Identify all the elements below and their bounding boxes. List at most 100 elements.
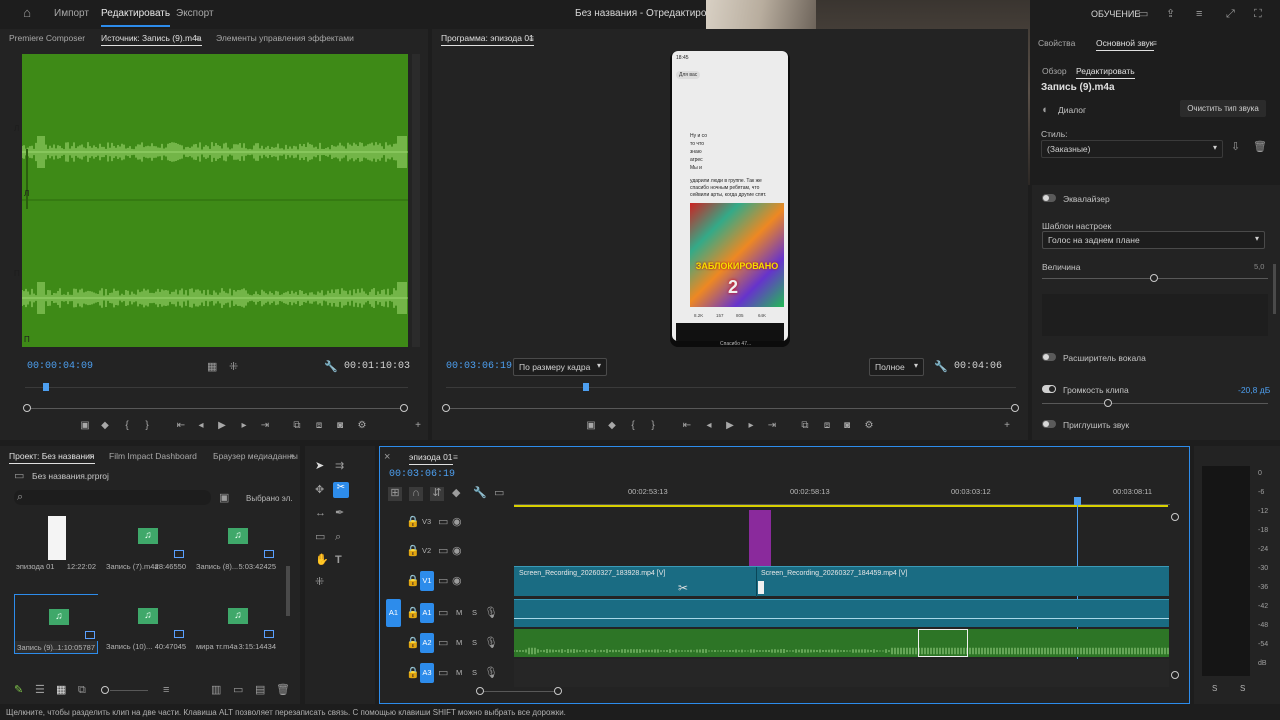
microphone-icon[interactable]: 🎙 (484, 637, 498, 649)
mute-button[interactable]: M (456, 668, 462, 677)
a1-volume-line[interactable] (514, 618, 1169, 619)
timeline-timecode[interactable]: 00:03:06:19 (389, 469, 455, 480)
meter-solo-right[interactable]: S (1240, 684, 1245, 693)
workspace-icon[interactable]: ▭ (1138, 8, 1148, 20)
automate-sequence-icon[interactable]: ▥ (211, 684, 221, 696)
eye-icon[interactable]: ◉ (452, 545, 462, 557)
tab-project[interactable]: Проект: Без названия (9, 451, 95, 464)
lock-icon[interactable]: 🔒 (406, 607, 420, 619)
program-timecode-current[interactable]: 00:03:06:19 (446, 361, 512, 372)
lock-icon[interactable]: 🔒 (406, 545, 420, 557)
tab-premiere-composer[interactable]: Premiere Composer (9, 33, 85, 43)
zoom-icon[interactable]: ⤢ (1226, 8, 1235, 20)
work-area-bar[interactable] (514, 505, 1168, 507)
prog-extract-icon[interactable]: ⧈ (820, 420, 834, 431)
a2-clip[interactable] (513, 629, 1169, 657)
go-to-out-icon[interactable]: ⇥ (258, 420, 272, 431)
new-bin-from-search-icon[interactable]: ▣ (219, 492, 229, 504)
tab-essential-sound[interactable]: Основной звук (1096, 38, 1154, 51)
prog-go-to-in-icon[interactable]: ⇤ (680, 420, 694, 431)
tab-properties[interactable]: Свойства (1038, 38, 1075, 48)
bin-item[interactable]: ♫ Запись (7).m4a 28:46550 (104, 514, 188, 574)
tab-media-browser[interactable]: Браузер медиаданны (213, 451, 298, 461)
source-ruler[interactable] (25, 387, 408, 388)
pen-tool-icon[interactable]: ✒ (335, 507, 344, 519)
clip-v1-b-label[interactable]: Screen_Recording_20260327_184459.mp4 [V] (761, 570, 907, 577)
icon-view-icon[interactable]: ▦ (56, 684, 66, 696)
sequence-menu-icon[interactable]: ≡ (453, 452, 458, 462)
clip-volume-slider[interactable] (1042, 403, 1268, 404)
save-preset-icon[interactable]: ⇩ (1231, 141, 1240, 153)
new-bin-icon[interactable]: ▭ (233, 684, 243, 696)
mute-toggle[interactable] (1042, 420, 1056, 428)
drag-audio-icon[interactable]: ⁜ (229, 361, 238, 373)
more-tabs-icon[interactable]: » (290, 450, 295, 460)
trash-icon[interactable]: 🗑 (276, 684, 290, 696)
amount-slider-handle[interactable] (1150, 274, 1158, 282)
tab-sequence[interactable]: эпизода 01 (409, 452, 453, 465)
menu-export[interactable]: Экспорт (176, 8, 214, 19)
add-button-icon[interactable]: + (411, 420, 425, 431)
subtab-edit[interactable]: Редактировать (1076, 66, 1135, 79)
tab-film-impact[interactable]: Film Impact Dashboard (109, 451, 197, 461)
button-editor-icon[interactable]: ⚙ (355, 420, 369, 431)
right-panel-scrollbar[interactable] (1273, 264, 1276, 314)
remix-tool-icon[interactable]: ⁜ (315, 576, 324, 588)
clip-volume-handle[interactable] (1104, 399, 1112, 407)
panels-icon[interactable]: ≡ (1196, 8, 1202, 20)
program-ruler[interactable] (446, 387, 1016, 388)
clip-v1-a-label[interactable]: Screen_Recording_20260327_183928.mp4 [V] (519, 570, 665, 577)
prog-marker-icon[interactable]: ◆ (605, 420, 619, 431)
selection-tool-icon[interactable]: ➤ (315, 460, 324, 472)
program-playhead[interactable] (583, 383, 589, 391)
source-playhead[interactable] (43, 383, 49, 391)
selected-audio-clip[interactable] (918, 629, 968, 657)
eye-icon[interactable]: ◉ (452, 575, 462, 587)
clip-volume-value[interactable]: -20,8 дБ (1238, 385, 1270, 395)
waveform-scrollbar[interactable] (412, 54, 420, 347)
sort-icon[interactable]: ≡ (163, 684, 169, 696)
prog-lift-icon[interactable]: ▣ (584, 420, 598, 431)
freeform-view-icon[interactable]: ⧉ (78, 684, 86, 696)
pen-icon[interactable]: ✎ (14, 684, 23, 696)
equalizer-toggle[interactable] (1042, 194, 1056, 202)
share-icon[interactable]: ⇪ (1166, 8, 1175, 20)
tab-source[interactable]: Источник: Запись (9).m4a (101, 33, 202, 46)
sync-lock-icon[interactable]: ▭ (438, 637, 448, 649)
thumb-size-slider[interactable] (110, 690, 148, 691)
rectangle-tool-icon[interactable]: ▭ (315, 531, 325, 543)
bin-item[interactable]: эпизода 01 12:22:02 (14, 514, 98, 574)
insert-clip-icon[interactable]: ⧉ (290, 420, 304, 431)
lock-icon[interactable]: 🔒 (406, 637, 420, 649)
timeline-settings-icon[interactable]: 🔧 (473, 487, 487, 499)
project-search-input[interactable]: ⌕ (14, 490, 211, 505)
vocal-enhancer-toggle[interactable] (1042, 353, 1056, 361)
menu-edit[interactable]: Редактировать (101, 8, 171, 27)
track-label-a1[interactable]: A1 (420, 603, 434, 623)
tab-effect-controls[interactable]: Элементы управления эффектами (216, 33, 354, 43)
prog-step-forward-icon[interactable]: ▸ (744, 420, 758, 431)
track-label-a3[interactable]: A3 (420, 663, 434, 683)
solo-button[interactable]: S (472, 668, 477, 677)
essential-sound-menu-icon[interactable]: ≡ (1152, 38, 1157, 48)
home-icon[interactable]: ⌂ (20, 6, 34, 19)
nest-icon[interactable]: ⊞ (388, 487, 402, 501)
clip-volume-toggle[interactable] (1042, 385, 1056, 393)
solo-button[interactable]: S (472, 608, 477, 617)
bin-item[interactable]: ♫ мира тг.m4a 3:15:14434 (194, 594, 278, 654)
source-zoom-handle-left[interactable] (23, 404, 31, 412)
mark-out-icon[interactable]: } (140, 420, 154, 431)
track-label-a2[interactable]: A2 (420, 633, 434, 653)
step-forward-icon[interactable]: ▸ (237, 420, 251, 431)
fullscreen-icon[interactable]: ⛶ (1254, 8, 1262, 20)
waveform-display[interactable] (21, 54, 408, 347)
lock-icon[interactable]: 🔒 (406, 575, 420, 587)
hand-icon[interactable]: ✋ (315, 554, 329, 566)
add-marker-icon[interactable]: ◆ (452, 487, 460, 499)
source-menu-icon[interactable]: ≡ (196, 33, 201, 43)
camera-icon[interactable]: ◙ (333, 420, 347, 431)
source-zoom-bar[interactable] (27, 408, 404, 409)
project-menu-icon[interactable]: ≡ (88, 451, 93, 461)
bin-item[interactable]: ♫ Запись (10)... 40:47045 (104, 594, 188, 654)
microphone-icon[interactable]: 🎙 (484, 607, 498, 619)
